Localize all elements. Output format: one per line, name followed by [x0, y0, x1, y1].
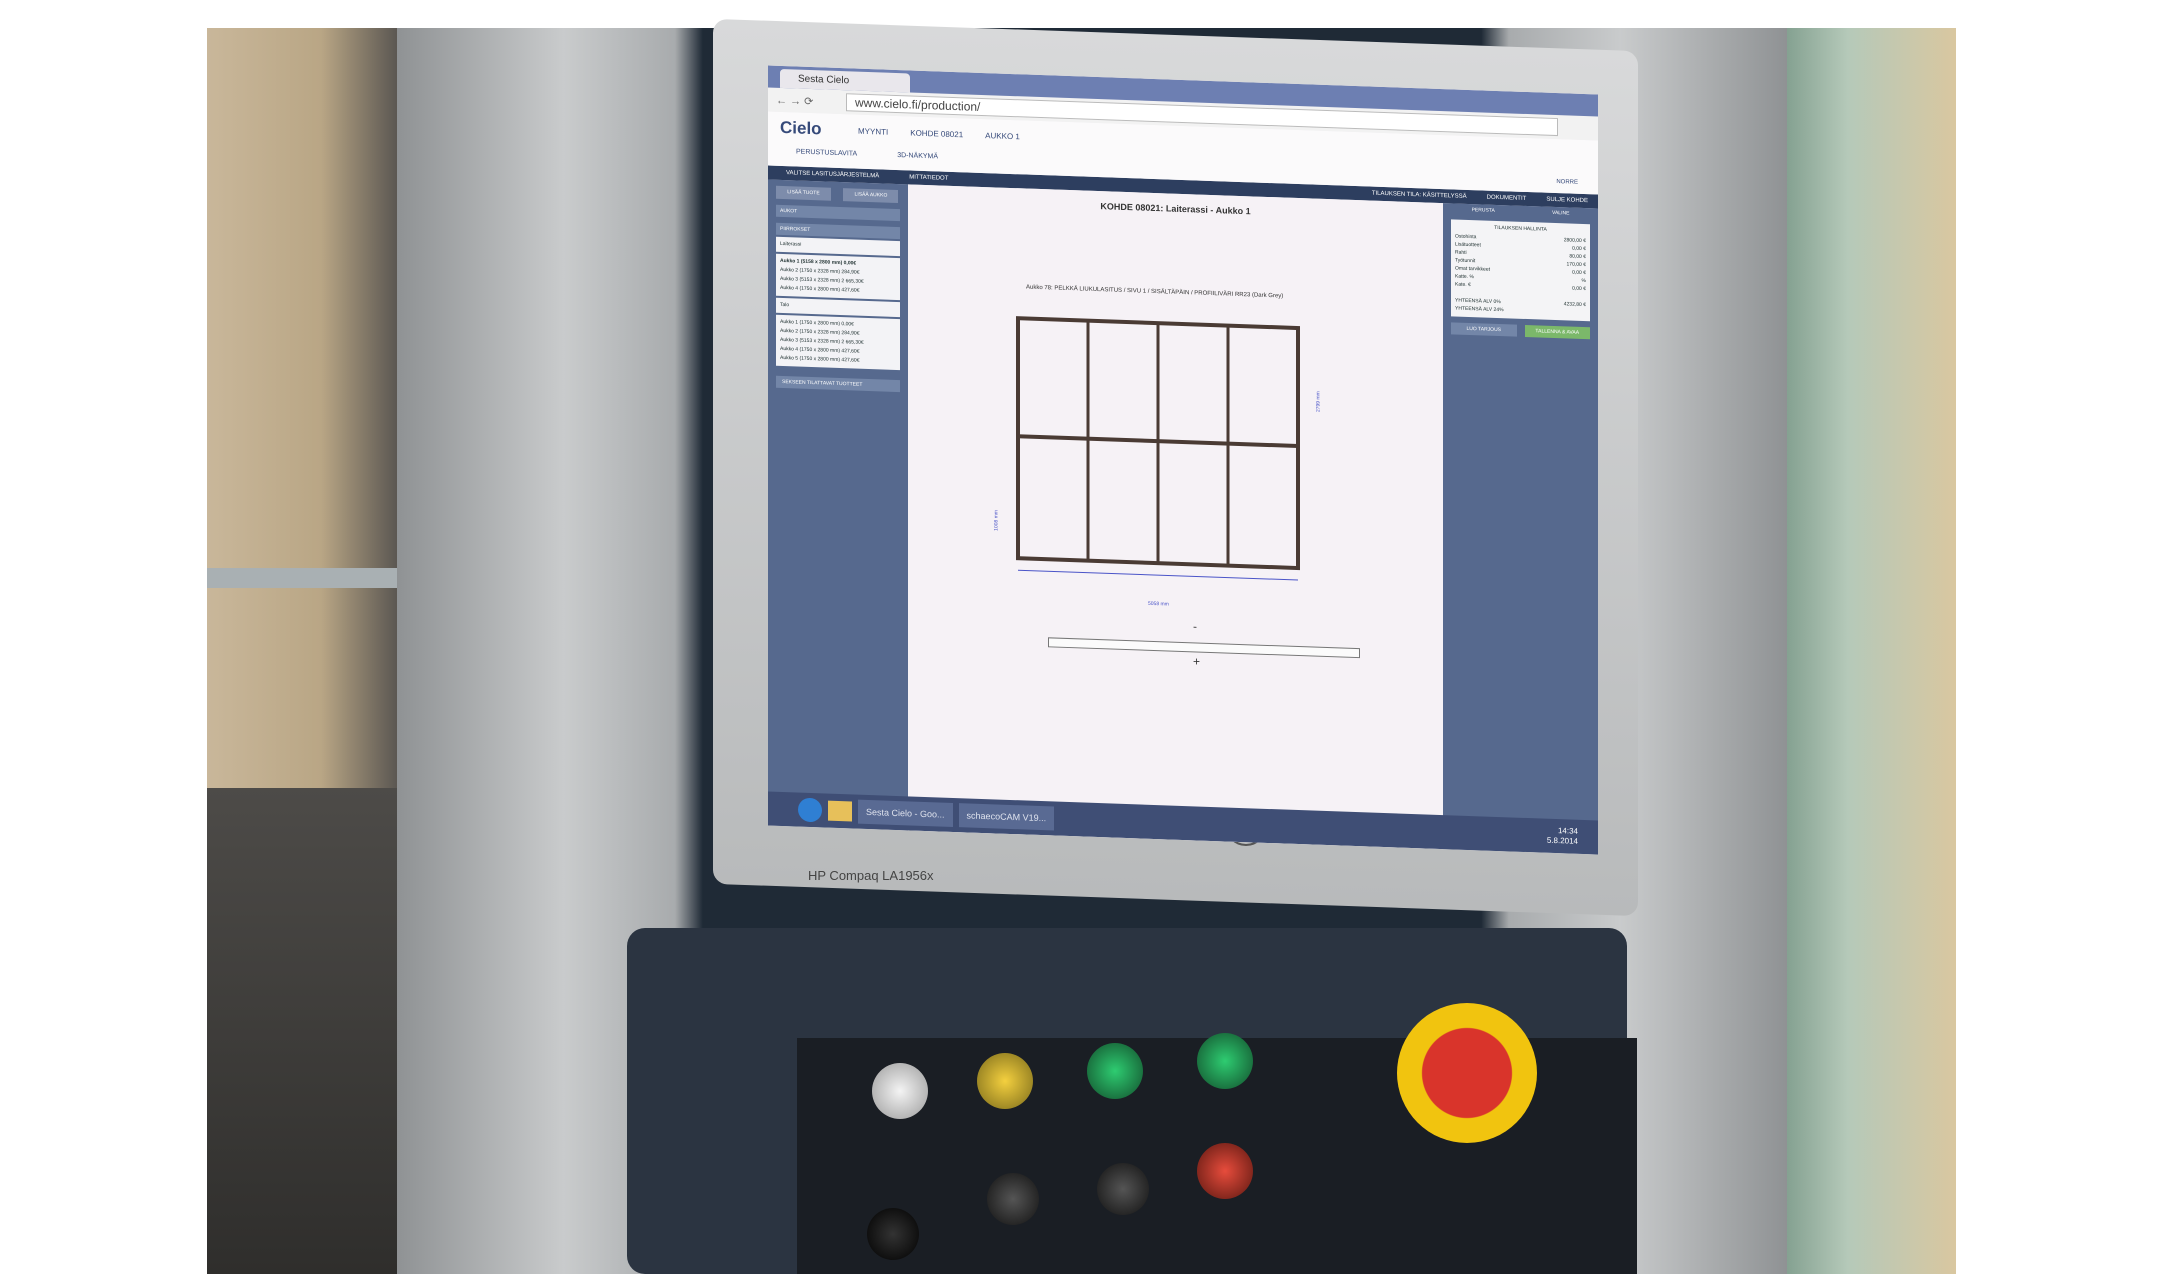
- tab-perusta[interactable]: PERUSTA: [1472, 204, 1495, 217]
- order-summary: TILAUKSEN HALLINTA Ostohinta 2800,00 € Li…: [1451, 219, 1590, 322]
- select-glazing-system-button[interactable]: VALITSE LASITUSJÄRJESTELMÄ: [786, 170, 879, 179]
- measurements-button[interactable]: MITTATIEDOT: [909, 174, 948, 181]
- height-dimension: 1008 mm: [993, 509, 1000, 532]
- group-label: Laiterassi: [776, 236, 900, 257]
- order-actions: LUO TARJOUS TALLENNA & AVAA: [1451, 322, 1590, 340]
- subnav: PERUSTUSLAVITA 3D-NÄKYMÄ: [796, 148, 938, 160]
- knob-left[interactable]: [987, 1173, 1039, 1225]
- background-shelf: [207, 568, 397, 588]
- order-panel: PERUSTA VALINE TILAUKSEN HALLINTA Ostohi…: [1443, 203, 1598, 855]
- taskbar-item-chrome[interactable]: Sesta Cielo - Goo...: [858, 799, 953, 827]
- zoom-out-button[interactable]: -: [1193, 619, 1197, 633]
- yellow-button[interactable]: [977, 1053, 1033, 1109]
- add-product-button[interactable]: LISÄÄ TUOTE: [776, 185, 831, 201]
- user-menu[interactable]: NORRE: [1556, 179, 1578, 186]
- section-openings[interactable]: AUKOT: [776, 204, 900, 222]
- red-button[interactable]: [1197, 1143, 1253, 1199]
- knob-right[interactable]: [1097, 1163, 1149, 1215]
- order-products-button[interactable]: SEKSEEN TILATTAVAT TUOTTEET: [776, 375, 900, 393]
- power-button[interactable]: [872, 1063, 928, 1119]
- drawing-area: KOHDE 08021: Laiterassi - Aukko 1 Aukko …: [908, 184, 1443, 850]
- window-drawing: [1016, 316, 1300, 581]
- zoom-slider[interactable]: [1048, 637, 1360, 659]
- cielo-logo[interactable]: Cielo: [780, 118, 822, 139]
- monitor-model-label: HP Compaq LA1956x: [808, 868, 934, 883]
- width-dimension-line: [1018, 569, 1298, 581]
- create-offer-button[interactable]: LUO TARJOUS: [1451, 322, 1517, 337]
- emergency-stop-button[interactable]: [1397, 1003, 1537, 1143]
- group-label: Talo: [776, 297, 900, 318]
- background-wall-right: [1776, 28, 1956, 1274]
- breadcrumb: MYYNTI KOHDE 08021 AUKKO 1: [858, 127, 1020, 142]
- breadcrumb-item[interactable]: AUKKO 1: [985, 131, 1020, 141]
- taskbar-item-cam[interactable]: schaecoCAM V19...: [958, 803, 1055, 831]
- opening-list-2: Aukko 1 (1750 x 2800 mm) 0,00€ Aukko 2 (…: [776, 314, 900, 371]
- zoom-in-button[interactable]: +: [1193, 654, 1200, 668]
- tab-perustuslavita[interactable]: PERUSTUSLAVITA: [796, 148, 857, 157]
- width-dimension: 5058 mm: [1148, 600, 1169, 608]
- close-project-button[interactable]: SULJE KOHDE: [1546, 197, 1588, 204]
- clock: 14:34 5.8.2014: [1546, 826, 1578, 846]
- black-button[interactable]: [867, 1208, 919, 1260]
- tab-valine[interactable]: VALINE: [1552, 207, 1569, 220]
- breadcrumb-item[interactable]: MYYNTI: [858, 127, 888, 137]
- breadcrumb-item[interactable]: KOHDE 08021: [910, 128, 963, 139]
- opening-list-1: Aukko 1 (5158 x 2800 mm) 0,00€ Aukko 2 (…: [776, 253, 900, 301]
- nav-arrows-icon[interactable]: ← → ⟳: [768, 93, 846, 109]
- sidebar: LISÄÄ TUOTE LISÄÄ AUKKO AUKOT PIIRROKSET…: [768, 179, 908, 831]
- monitor-screen: Sesta Cielo ← → ⟳ www.cielo.fi/productio…: [768, 65, 1598, 855]
- order-status-label: TILAUKSEN TILA: KÄSITTELYSSÄ: [1371, 190, 1467, 200]
- documents-button[interactable]: DOKUMENTIT: [1487, 195, 1527, 202]
- start-icon[interactable]: [798, 797, 822, 823]
- height-dimension: 2799 mm: [1315, 391, 1322, 413]
- tab-3d-view[interactable]: 3D-NÄKYMÄ: [897, 152, 938, 160]
- green-button-2[interactable]: [1197, 1033, 1253, 1089]
- green-button-1[interactable]: [1087, 1043, 1143, 1099]
- explorer-icon[interactable]: [828, 800, 852, 822]
- opening-label: Aukko 78: PELKKÄ LIUKULASITUS / SIVU 1 /…: [1026, 284, 1284, 300]
- save-open-button[interactable]: TALLENNA & AVAA: [1524, 324, 1590, 340]
- add-opening-button[interactable]: LISÄÄ AUKKO: [843, 188, 899, 204]
